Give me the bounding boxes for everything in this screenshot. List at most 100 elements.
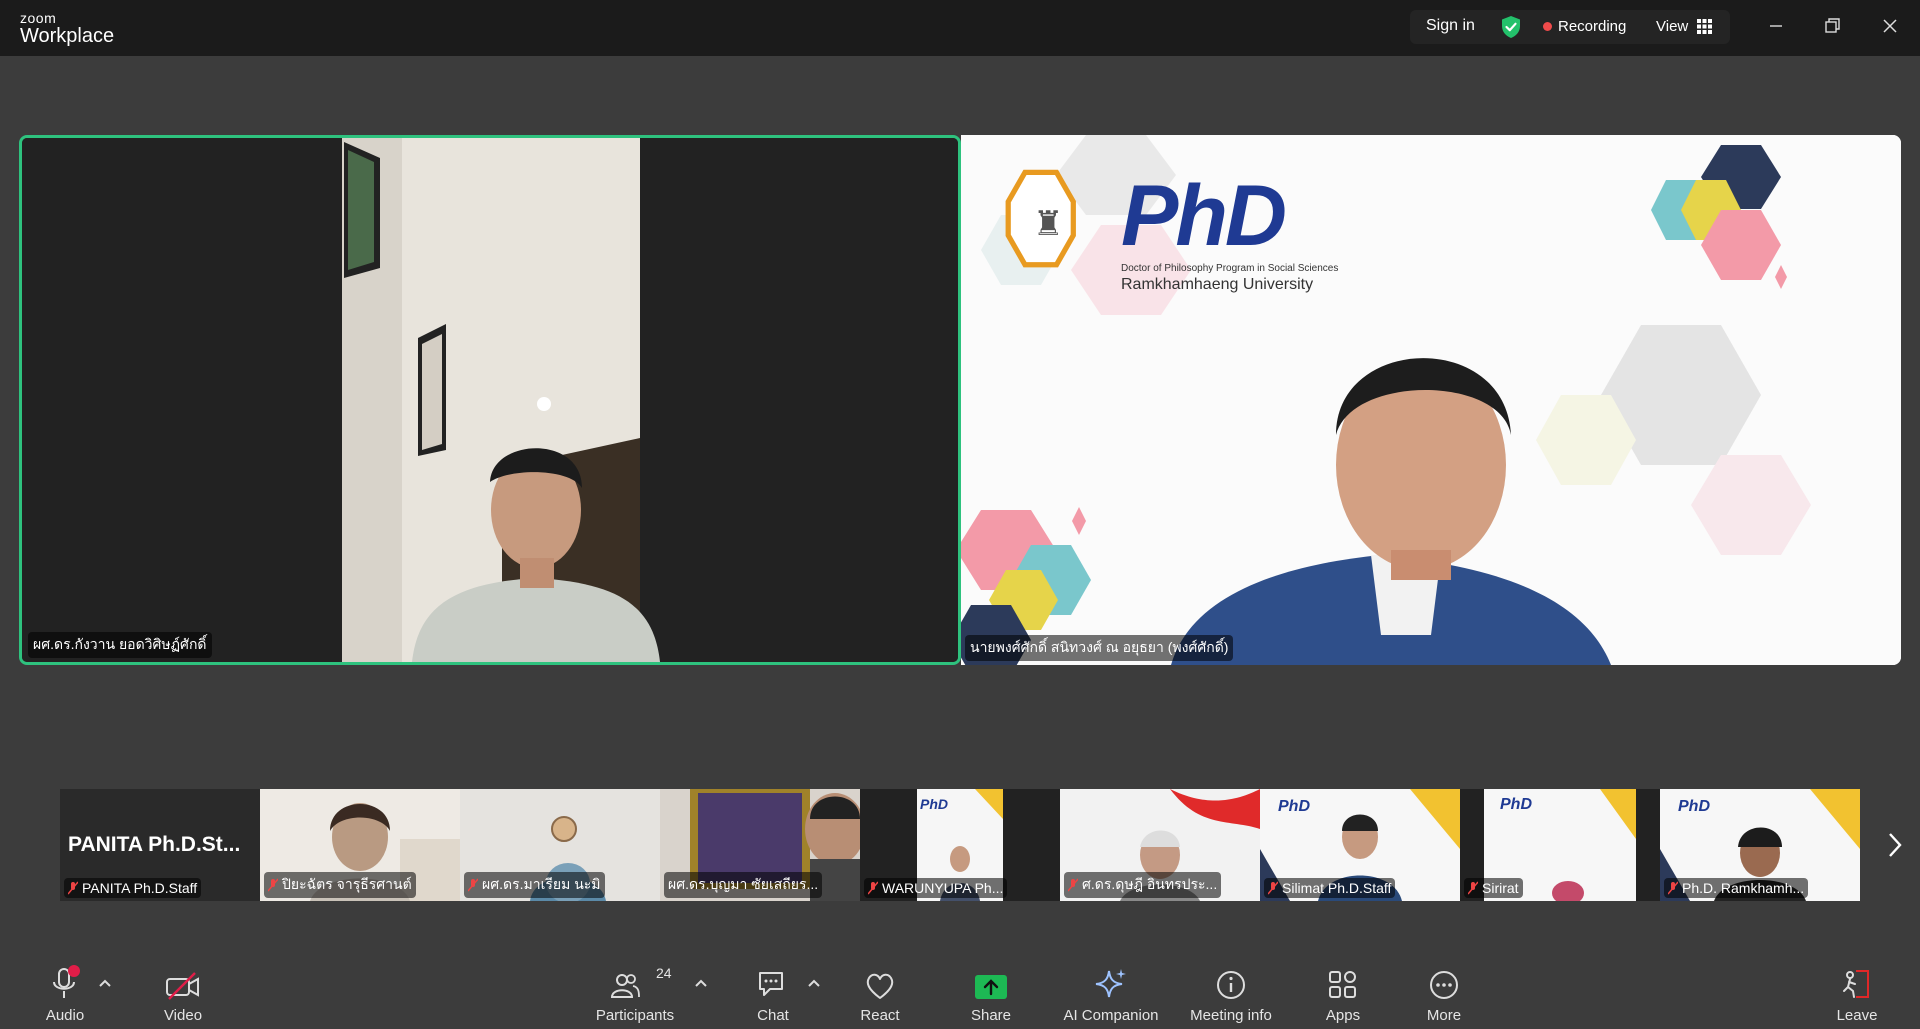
audio-button[interactable]: Audio	[40, 965, 90, 1024]
slide-subtitle: Doctor of Philosophy Program in Social S…	[1121, 263, 1339, 274]
mic-muted-icon	[1668, 881, 1678, 895]
participant-name-label: PANITA Ph.D.Staff	[64, 878, 202, 898]
more-button[interactable]: More	[1419, 965, 1469, 1024]
participant-name: ปิยะฉัตร จารุธีรศานต์	[282, 876, 412, 892]
thumbnail-tile[interactable]: PANITA Ph.D.St... PANITA Ph.D.Staff	[60, 789, 260, 901]
participant-name-label: Sirirat	[1464, 878, 1523, 898]
chat-label: Chat	[757, 1007, 789, 1024]
participant-name: Ph.D. Ramkhamh...	[1682, 880, 1805, 896]
participant-name-label: ปิยะฉัตร จารุธีรศานต์	[264, 872, 416, 898]
participant-name: WARUNYUPA Ph...	[882, 880, 1004, 896]
participant-name-label: ผศ.ดร.บุญมา ซัยเสถียร...	[664, 872, 823, 898]
thumbnail-tile[interactable]: ผศ.ดร.มาเรียม นะมิ	[460, 789, 660, 901]
meeting-info-button[interactable]: Meeting info	[1186, 965, 1276, 1024]
recording-dot-icon	[1543, 22, 1552, 31]
mic-muted-icon	[868, 881, 878, 895]
mic-muted-icon	[268, 878, 278, 892]
react-button[interactable]: React	[855, 965, 905, 1024]
zoom-logo: zoom Workplace	[20, 11, 114, 46]
thumbnail-tile[interactable]: PhD Sirirat	[1460, 789, 1660, 901]
participant-name-label: Silimat Ph.D.Staff	[1264, 878, 1396, 898]
thumbnail-tile[interactable]: PhD WARUNYUPA Ph...	[860, 789, 1060, 901]
participant-display-name: PANITA Ph.D.St...	[68, 833, 241, 856]
participants-icon: 24	[590, 965, 680, 1001]
minimize-icon[interactable]	[1764, 14, 1788, 38]
thumbnail-tile[interactable]: ศ.ดร.ดุษฎี อินทรประ...	[1060, 789, 1260, 901]
participants-button[interactable]: 24 Participants	[590, 965, 680, 1024]
phd-wordmark: PhD	[1121, 168, 1287, 264]
mic-icon	[40, 965, 90, 1001]
react-label: React	[860, 1007, 900, 1024]
svg-text:PhD: PhD	[1500, 796, 1532, 813]
participants-options-caret-icon[interactable]	[694, 975, 708, 993]
thumbnail-strip: PANITA Ph.D.St... PANITA Ph.D.Staff ปิยะ…	[60, 789, 1860, 901]
shield-check-icon[interactable]	[1500, 15, 1522, 44]
sparkle-icon	[1058, 965, 1164, 1001]
active-speaker-tile[interactable]: ผศ.ดร.กังวาน ยอดวิศิษฏ์ศักดิ์	[19, 135, 961, 665]
thumbnail-tile[interactable]: ปิยะฉัตร จารุธีรศานต์	[260, 789, 460, 901]
info-icon	[1186, 965, 1276, 1001]
close-icon[interactable]	[1878, 14, 1902, 38]
audio-label: Audio	[45, 1007, 85, 1024]
slide-university: Ramkhamhaeng University	[1121, 276, 1314, 293]
brand-top: zoom	[20, 10, 57, 26]
participant-video-tile[interactable]: ♜ PhD Doctor of Philosophy Program in So…	[961, 135, 1901, 665]
restore-icon[interactable]	[1820, 14, 1844, 38]
chat-options-caret-icon[interactable]	[807, 975, 821, 993]
svg-text:PhD: PhD	[1278, 798, 1310, 815]
ai-companion-label: AI Companion	[1063, 1007, 1159, 1024]
participants-label: Participants	[595, 1007, 675, 1024]
camera-feed	[22, 138, 958, 662]
chevron-right-icon[interactable]	[1885, 830, 1905, 865]
video-button[interactable]: Video	[158, 965, 208, 1024]
participant-name: Silimat Ph.D.Staff	[1282, 880, 1392, 896]
participant-name: ผศ.ดร.บุญมา ซัยเสถียร...	[668, 876, 819, 892]
audio-options-caret-icon[interactable]	[98, 975, 112, 993]
thumbnail-tile[interactable]: PhD Ph.D. Ramkhamh...	[1660, 789, 1860, 901]
svg-text:PhD: PhD	[1678, 798, 1710, 815]
slide-background: ♜	[961, 135, 1901, 665]
mic-muted-icon	[1468, 881, 1478, 895]
video-label: Video	[163, 1007, 203, 1024]
ai-companion-button[interactable]: AI Companion	[1058, 965, 1164, 1024]
leave-button[interactable]: Leave	[1832, 965, 1882, 1024]
recording-button[interactable]: Recording	[1558, 18, 1626, 35]
apps-icon	[1318, 965, 1368, 1001]
view-button[interactable]: View	[1656, 18, 1688, 35]
participant-name: ศ.ดร.ดุษฎี อินทรประ...	[1082, 876, 1218, 892]
video-off-icon	[158, 965, 208, 1001]
participant-name-label: ผศ.ดร.มาเรียม นะมิ	[464, 872, 605, 898]
mic-muted-icon	[1268, 881, 1278, 895]
chat-button[interactable]: Chat	[749, 965, 797, 1024]
thumbnail-tile[interactable]: ผศ.ดร.บุญมา ซัยเสถียร...	[660, 789, 860, 901]
svg-text:PhD: PhD	[920, 796, 948, 812]
brand-bottom: Workplace	[20, 25, 115, 47]
chat-icon	[749, 965, 797, 1001]
participant-name-label: Ph.D. Ramkhamh...	[1664, 878, 1809, 898]
participant-name-label: ศ.ดร.ดุษฎี อินทรประ...	[1064, 872, 1222, 898]
title-bar: zoom Workplace Sign in Recording View	[0, 0, 1920, 56]
heart-icon	[855, 965, 905, 1001]
phd-logo-text: PhD	[1121, 173, 1287, 259]
mic-muted-icon	[68, 881, 78, 895]
leave-door-icon	[1832, 965, 1882, 1001]
participants-count: 24	[656, 965, 672, 981]
sign-in-button[interactable]: Sign in	[1426, 17, 1475, 35]
leave-label: Leave	[1836, 1007, 1878, 1024]
participant-name-label: ผศ.ดร.กังวาน ยอดวิศิษฏ์ศักดิ์	[28, 632, 212, 658]
share-label: Share	[970, 1007, 1012, 1024]
meeting-info-label: Meeting info	[1190, 1007, 1272, 1024]
participant-name-label: นายพงศ์ศักดิ์ สนิทวงศ์ ณ อยุธยา (พงศ์ศัก…	[965, 635, 1234, 661]
share-screen-icon	[966, 965, 1016, 1001]
mic-muted-icon	[1068, 878, 1078, 892]
share-button[interactable]: Share	[966, 965, 1016, 1024]
more-label: More	[1426, 1007, 1462, 1024]
mic-muted-icon	[468, 878, 478, 892]
participant-name-label: WARUNYUPA Ph...	[864, 878, 1008, 898]
svg-text:♜: ♜	[1033, 204, 1063, 244]
grid-icon[interactable]	[1697, 19, 1712, 39]
more-icon	[1419, 965, 1469, 1001]
thumbnail-tile[interactable]: PhD Silimat Ph.D.Staff	[1260, 789, 1460, 901]
apps-button[interactable]: Apps	[1318, 965, 1368, 1024]
participant-name: Sirirat	[1482, 880, 1519, 896]
